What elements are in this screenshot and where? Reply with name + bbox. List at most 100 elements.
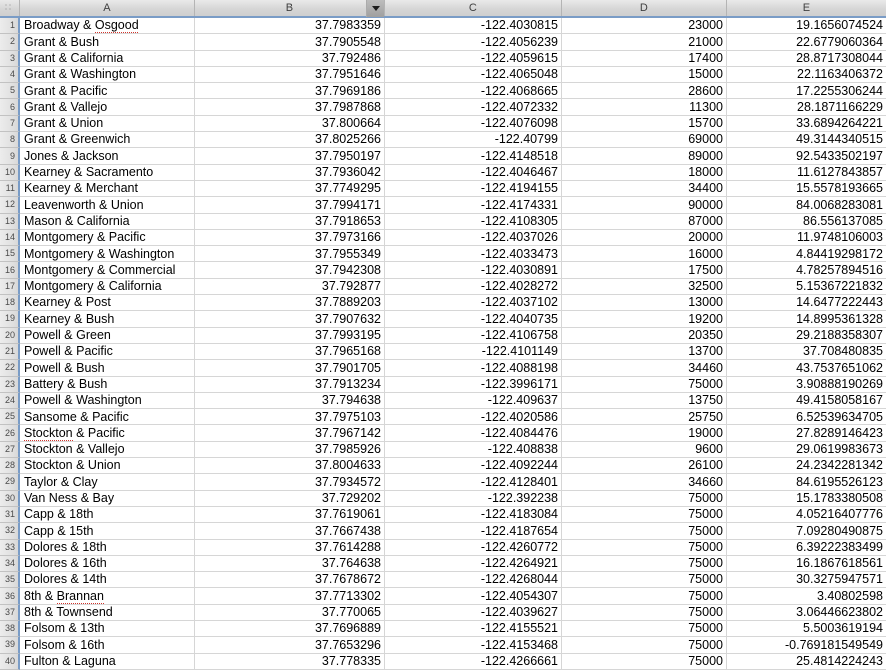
cell-D39[interactable]: 75000 — [562, 637, 727, 654]
table-row[interactable]: 19 Kearney & Bush 37.7907632 -122.4040735 19… — [0, 311, 886, 328]
cell-A24[interactable]: Powell & Washington — [20, 392, 195, 410]
cell-A11[interactable]: Kearney & Merchant — [20, 180, 195, 198]
cell-A38[interactable]: Folsom & 13th — [20, 620, 195, 638]
table-row[interactable]: 39 Folsom & 16th 37.7653296 -122.4153468 750… — [0, 637, 886, 654]
row-header[interactable]: 39 — [0, 637, 20, 654]
cell-C2[interactable]: -122.4056239 — [385, 34, 562, 51]
row-header[interactable]: 31 — [0, 506, 20, 524]
table-row[interactable]: 16 Montgomery & Commercial 37.7942308 -122.… — [0, 262, 886, 279]
cell-C35[interactable]: -122.4268044 — [385, 572, 562, 589]
cell-D17[interactable]: 32500 — [562, 278, 727, 296]
cell-B31[interactable]: 37.7619061 — [195, 506, 385, 524]
cell-B36[interactable]: 37.7713302 — [195, 588, 385, 605]
row-header[interactable]: 28 — [0, 458, 20, 475]
cell-B40[interactable]: 37.778335 — [195, 653, 385, 670]
table-row[interactable]: 33 Dolores & 18th 37.7614288 -122.4260772 75… — [0, 539, 886, 556]
cell-E38[interactable]: 5.5003619194 — [727, 621, 886, 638]
cell-D21[interactable]: 13700 — [562, 343, 727, 361]
cell-D26[interactable]: 19000 — [562, 425, 727, 442]
cell-B38[interactable]: 37.7696889 — [195, 620, 385, 638]
cell-A28[interactable]: Stockton & Union — [20, 458, 195, 475]
cell-D19[interactable]: 19200 — [562, 311, 727, 328]
cell-C36[interactable]: -122.4054307 — [385, 588, 562, 605]
table-row[interactable]: 3 Grant & California 37.792486 -122.4059615… — [0, 50, 886, 67]
cell-E29[interactable]: 84.6195526123 — [727, 474, 886, 491]
table-row[interactable]: 22 Powell & Bush 37.7901705 -122.4088198 344… — [0, 360, 886, 377]
cell-A5[interactable]: Grant & Pacific — [20, 83, 195, 100]
cell-E2[interactable]: 22.6779060364 — [727, 34, 886, 51]
row-header[interactable]: 24 — [0, 392, 20, 410]
cell-E9[interactable]: 92.5433502197 — [727, 148, 886, 165]
cell-C38[interactable]: -122.4155521 — [385, 620, 562, 638]
row-header[interactable]: 30 — [0, 490, 20, 507]
cell-B28[interactable]: 37.8004633 — [195, 458, 385, 475]
cell-E1[interactable]: 19.1656074524 — [727, 18, 886, 35]
cell-E31[interactable]: 4.05216407776 — [727, 507, 886, 524]
cell-E33[interactable]: 6.39222383499 — [727, 540, 886, 556]
cell-E39[interactable]: -0.769181549549 — [727, 637, 886, 654]
cell-D22[interactable]: 34460 — [562, 360, 727, 377]
cell-E4[interactable]: 22.1163406372 — [727, 67, 886, 84]
table-row[interactable]: 27 Stockton & Vallejo 37.7985926 -122.40883… — [0, 441, 886, 459]
cell-B8[interactable]: 37.8025266 — [195, 132, 385, 149]
cell-E11[interactable]: 15.5578193665 — [727, 181, 886, 198]
cell-B20[interactable]: 37.7993195 — [195, 327, 385, 344]
cell-B2[interactable]: 37.7905548 — [195, 34, 385, 51]
cell-E19[interactable]: 14.8995361328 — [727, 311, 886, 328]
cell-D4[interactable]: 15000 — [562, 66, 727, 84]
cell-C4[interactable]: -122.4065048 — [385, 66, 562, 84]
row-header[interactable]: 36 — [0, 588, 20, 605]
cell-A23[interactable]: Battery & Bush — [20, 376, 195, 393]
cell-C11[interactable]: -122.4194155 — [385, 180, 562, 198]
cell-A22[interactable]: Powell & Bush — [20, 360, 195, 377]
row-header[interactable]: 33 — [0, 539, 20, 556]
row-header[interactable]: 7 — [0, 115, 20, 133]
row-header[interactable]: 21 — [0, 343, 20, 361]
cell-C15[interactable]: -122.4033473 — [385, 246, 562, 263]
cell-D11[interactable]: 34400 — [562, 180, 727, 198]
row-header[interactable]: 2 — [0, 34, 20, 51]
cell-A6[interactable]: Grant & Vallejo — [20, 99, 195, 116]
cell-D36[interactable]: 75000 — [562, 588, 727, 605]
table-row[interactable]: 12 Leavenworth & Union 37.7994171 -122.4174… — [0, 197, 886, 214]
cell-C26[interactable]: -122.4084476 — [385, 425, 562, 442]
table-row[interactable]: 23 Battery & Bush 37.7913234 -122.3996171 75… — [0, 376, 886, 393]
cell-E16[interactable]: 4.78257894516 — [727, 262, 886, 279]
row-header[interactable]: 10 — [0, 164, 20, 181]
cell-E20[interactable]: 29.2188358307 — [727, 328, 886, 344]
cell-C28[interactable]: -122.4092244 — [385, 458, 562, 475]
table-row[interactable]: 24 Powell & Washington 37.794638 -122.40963… — [0, 392, 886, 410]
row-header[interactable]: 17 — [0, 278, 20, 296]
cell-E26[interactable]: 27.8289146423 — [727, 425, 886, 442]
cell-E28[interactable]: 24.2342281342 — [727, 458, 886, 475]
select-all-corner[interactable] — [0, 0, 20, 16]
cell-C17[interactable]: -122.4028272 — [385, 278, 562, 296]
cell-B6[interactable]: 37.7987868 — [195, 99, 385, 116]
cell-B23[interactable]: 37.7913234 — [195, 376, 385, 393]
cell-C23[interactable]: -122.3996171 — [385, 376, 562, 393]
cell-A37[interactable]: 8th & Townsend — [20, 604, 195, 621]
table-row[interactable]: 37 8th & Townsend 37.770065 -122.4039627 750… — [0, 604, 886, 621]
cell-A3[interactable]: Grant & California — [20, 50, 195, 67]
cell-A9[interactable]: Jones & Jackson — [20, 148, 195, 165]
cell-B13[interactable]: 37.7918653 — [195, 213, 385, 230]
row-header[interactable]: 19 — [0, 311, 20, 328]
table-row[interactable]: 17 Montgomery & California 37.792877 -122.4… — [0, 278, 886, 296]
table-row[interactable]: 13 Mason & California 37.7918653 -122.41083… — [0, 213, 886, 230]
cell-E5[interactable]: 17.2255306244 — [727, 83, 886, 100]
cell-E17[interactable]: 5.15367221832 — [727, 279, 886, 296]
row-header[interactable]: 34 — [0, 555, 20, 573]
cell-B32[interactable]: 37.7667438 — [195, 523, 385, 540]
cell-E23[interactable]: 3.90888190269 — [727, 377, 886, 393]
table-row[interactable]: 2 Grant & Bush 37.7905548 -122.4056239 21000… — [0, 34, 886, 51]
table-row[interactable]: 30 Van Ness & Bay 37.729202 -122.392238 7500… — [0, 490, 886, 507]
cell-A14[interactable]: Montgomery & Pacific — [20, 229, 195, 247]
row-header[interactable]: 1 — [0, 18, 20, 35]
row-header[interactable]: 27 — [0, 441, 20, 459]
cell-D34[interactable]: 75000 — [562, 555, 727, 573]
cell-A12[interactable]: Leavenworth & Union — [20, 197, 195, 214]
table-row[interactable]: 36 8th & Brannan 37.7713302 -122.4054307 750… — [0, 588, 886, 605]
cell-A39[interactable]: Folsom & 16th — [20, 637, 195, 654]
table-row[interactable]: 40 Fulton & Laguna 37.778335 -122.4266661 75… — [0, 653, 886, 670]
cell-C22[interactable]: -122.4088198 — [385, 360, 562, 377]
